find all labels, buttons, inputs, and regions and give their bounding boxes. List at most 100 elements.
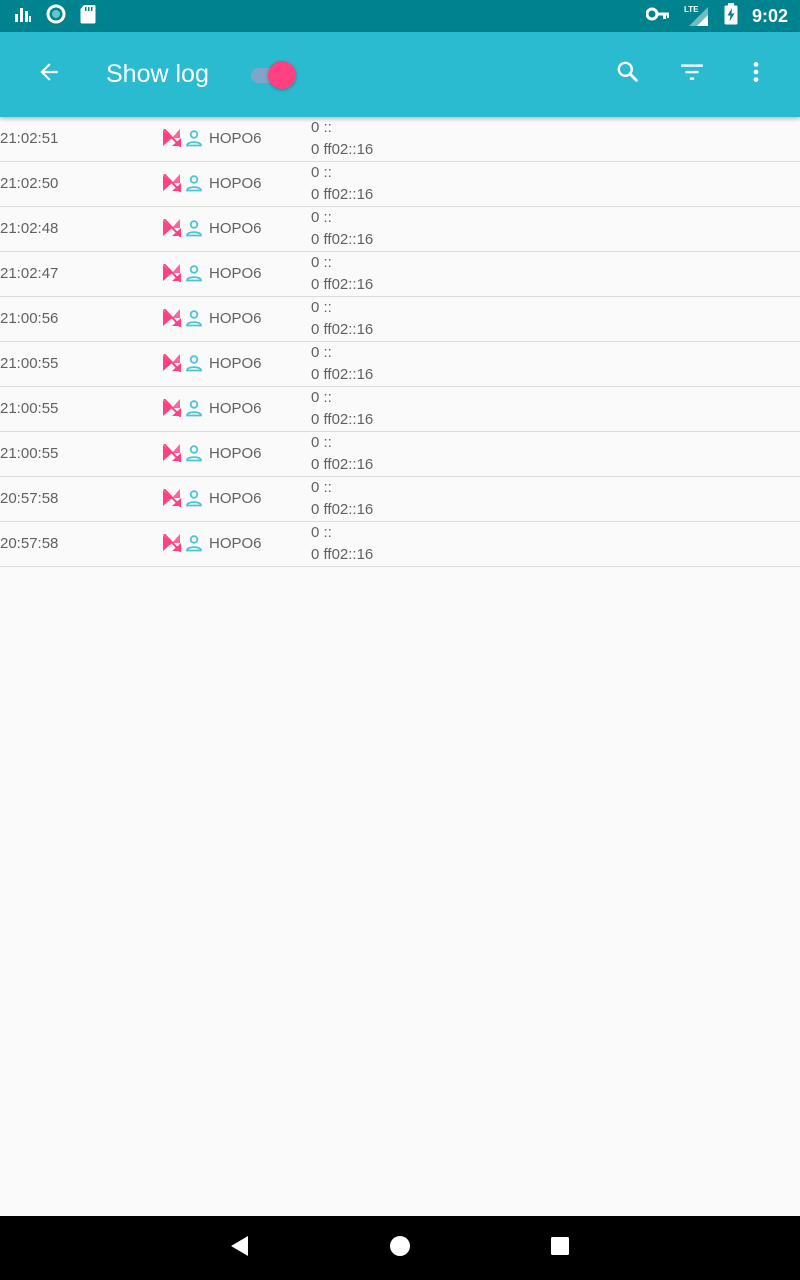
log-source: 0 :: <box>311 479 332 496</box>
log-row[interactable]: 20:57:58 HOPO6 0 :: 0 ff02::16 <box>0 522 800 567</box>
person-icon <box>185 264 203 287</box>
nav-home-icon <box>389 1235 411 1262</box>
blocked-icon <box>163 308 182 332</box>
log-row[interactable]: 21:02:51 HOPO6 0 :: 0 ff02::16 <box>0 117 800 162</box>
log-app-name: HOPO6 <box>209 535 262 552</box>
filter-button[interactable] <box>660 47 724 103</box>
log-app-name: HOPO6 <box>209 310 262 327</box>
log-row[interactable]: 21:02:47 HOPO6 0 :: 0 ff02::16 <box>0 252 800 297</box>
blocked-icon <box>163 263 182 287</box>
log-source: 0 :: <box>311 434 332 451</box>
log-time: 21:00:56 <box>0 310 59 327</box>
blocked-icon <box>163 173 182 197</box>
log-row-icons <box>163 308 203 332</box>
person-icon <box>185 489 203 512</box>
nav-back-icon <box>229 1235 251 1262</box>
log-destination: 0 ff02::16 <box>311 366 374 383</box>
overflow-menu-button[interactable] <box>724 47 788 103</box>
log-time: 21:00:55 <box>0 400 59 417</box>
log-row-icons <box>163 353 203 377</box>
log-source: 0 :: <box>311 344 332 361</box>
log-destination: 0 ff02::16 <box>311 456 374 473</box>
blocked-icon <box>163 398 182 422</box>
log-destination: 0 ff02::16 <box>311 546 374 563</box>
sd-card-icon <box>80 4 96 29</box>
log-destination: 0 ff02::16 <box>311 231 374 248</box>
nav-recents-button[interactable] <box>540 1228 580 1268</box>
log-destination: 0 ff02::16 <box>311 501 374 518</box>
log-time: 21:02:47 <box>0 265 59 282</box>
log-source: 0 :: <box>311 524 332 541</box>
person-icon <box>185 354 203 377</box>
search-icon <box>615 59 641 90</box>
log-row[interactable]: 20:57:58 HOPO6 0 :: 0 ff02::16 <box>0 477 800 522</box>
log-row[interactable]: 21:00:56 HOPO6 0 :: 0 ff02::16 <box>0 297 800 342</box>
log-source: 0 :: <box>311 164 332 181</box>
status-bar: LTE 9:02 <box>0 0 800 32</box>
toolbar-actions <box>596 47 788 103</box>
log-app-name: HOPO6 <box>209 220 262 237</box>
log-source: 0 :: <box>311 209 332 226</box>
nav-recents-icon <box>550 1236 570 1261</box>
person-icon <box>185 444 203 467</box>
log-row-icons <box>163 263 203 287</box>
battery-charging-icon <box>724 2 738 30</box>
log-row[interactable]: 21:02:48 HOPO6 0 :: 0 ff02::16 <box>0 207 800 252</box>
app-toolbar: Show log <box>0 32 800 117</box>
blocked-icon <box>163 488 182 512</box>
log-destination: 0 ff02::16 <box>311 321 374 338</box>
log-row-icons <box>163 443 203 467</box>
vpn-key-icon <box>645 7 670 26</box>
log-row[interactable]: 21:02:50 HOPO6 0 :: 0 ff02::16 <box>0 162 800 207</box>
log-destination: 0 ff02::16 <box>311 186 374 203</box>
log-app-name: HOPO6 <box>209 445 262 462</box>
person-icon <box>185 399 203 422</box>
blocked-icon <box>163 128 182 152</box>
blocked-icon <box>163 443 182 467</box>
log-row[interactable]: 21:00:55 HOPO6 0 :: 0 ff02::16 <box>0 342 800 387</box>
log-row[interactable]: 21:00:55 HOPO6 0 :: 0 ff02::16 <box>0 387 800 432</box>
log-list: 21:02:51 HOPO6 0 :: 0 ff02::16 21:02:50 … <box>0 117 800 567</box>
log-app-name: HOPO6 <box>209 175 262 192</box>
log-time: 20:57:58 <box>0 535 59 552</box>
log-source: 0 :: <box>311 389 332 406</box>
log-time: 21:02:50 <box>0 175 59 192</box>
log-source: 0 :: <box>311 254 332 271</box>
log-row-icons <box>163 488 203 512</box>
log-time: 21:00:55 <box>0 355 59 372</box>
log-app-name: HOPO6 <box>209 400 262 417</box>
log-source: 0 :: <box>311 299 332 316</box>
more-vert-icon <box>743 59 769 90</box>
log-destination: 0 ff02::16 <box>311 411 374 428</box>
log-time: 21:02:51 <box>0 130 59 147</box>
nav-home-button[interactable] <box>380 1228 420 1268</box>
log-row[interactable]: 21:00:55 HOPO6 0 :: 0 ff02::16 <box>0 432 800 477</box>
blocked-icon <box>163 218 182 242</box>
person-icon <box>185 129 203 152</box>
person-icon <box>185 174 203 197</box>
status-clock: 9:02 <box>751 5 788 26</box>
system-nav-bar <box>0 1216 800 1280</box>
filter-icon <box>679 59 705 90</box>
log-destination: 0 ff02::16 <box>311 141 374 158</box>
toggle-thumb <box>267 60 296 89</box>
blocked-icon <box>163 353 182 377</box>
person-icon <box>185 534 203 557</box>
sync-circle-icon <box>46 4 66 29</box>
log-time: 21:00:55 <box>0 445 59 462</box>
logging-toggle[interactable] <box>249 60 297 90</box>
arrow-back-icon <box>36 59 62 90</box>
log-row-icons <box>163 398 203 422</box>
back-button[interactable] <box>24 50 74 100</box>
nav-back-button[interactable] <box>220 1228 260 1268</box>
log-row-icons <box>163 533 203 557</box>
log-destination: 0 ff02::16 <box>311 276 374 293</box>
log-app-name: HOPO6 <box>209 265 262 282</box>
blocked-icon <box>163 533 182 557</box>
search-button[interactable] <box>596 47 660 103</box>
log-source: 0 :: <box>311 119 332 136</box>
log-row-icons <box>163 218 203 242</box>
log-row-icons <box>163 128 203 152</box>
log-app-name: HOPO6 <box>209 130 262 147</box>
log-app-name: HOPO6 <box>209 490 262 507</box>
